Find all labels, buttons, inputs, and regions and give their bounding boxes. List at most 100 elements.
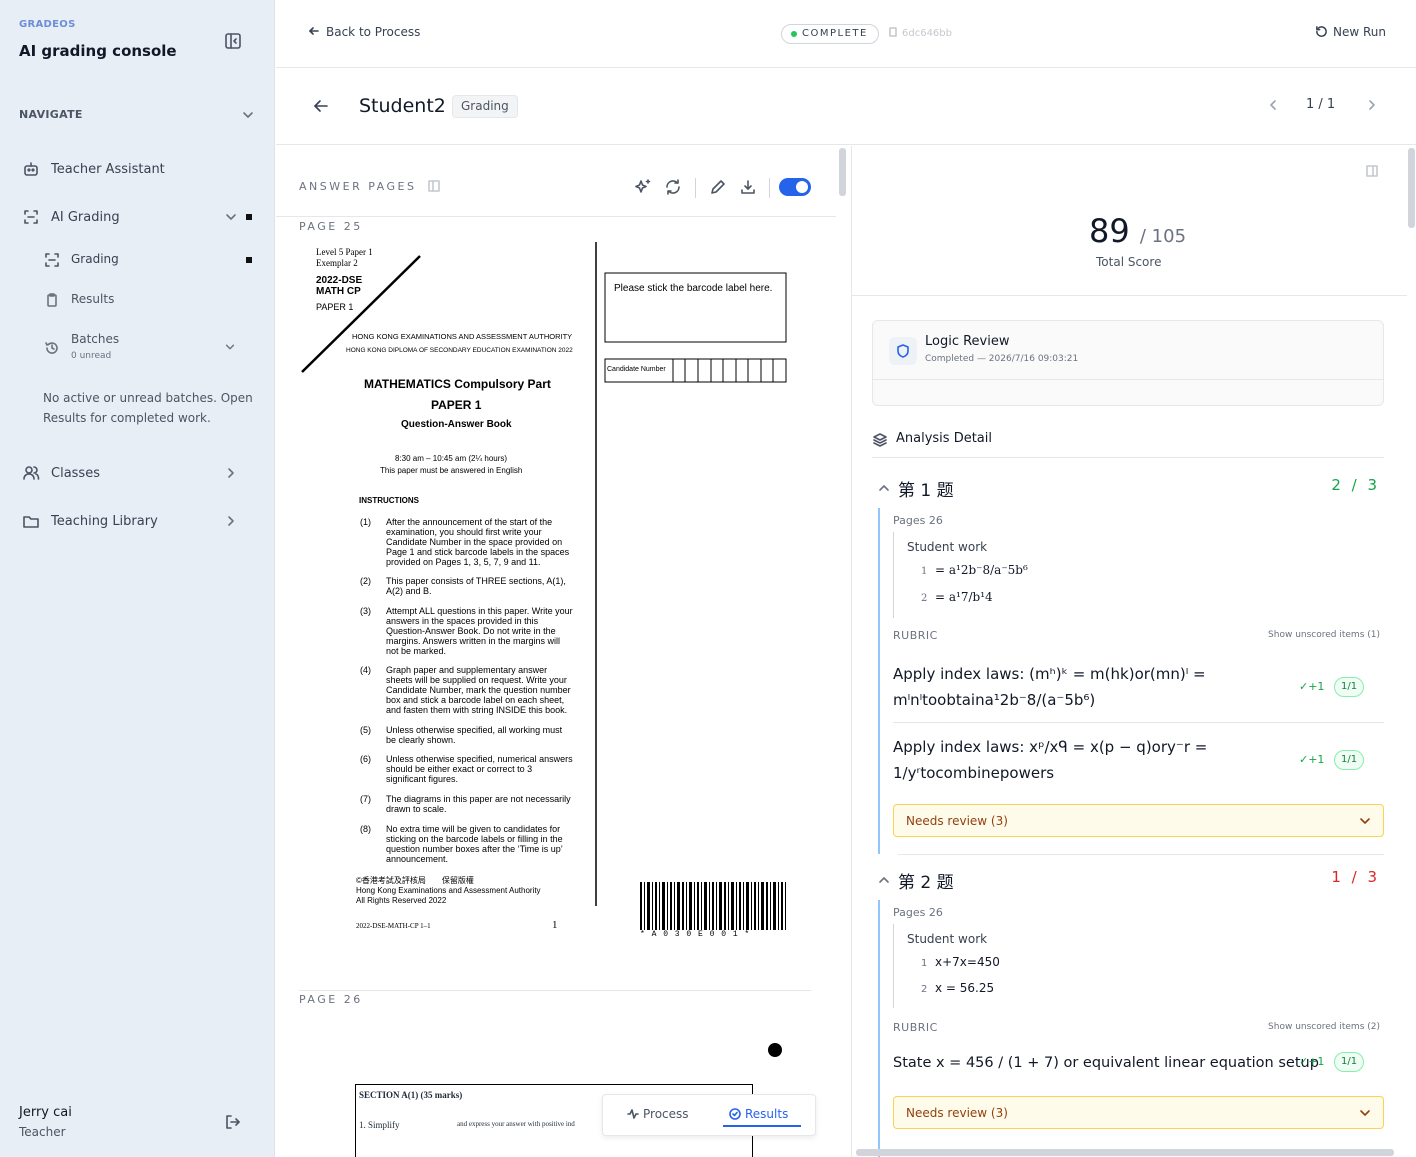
logout-icon[interactable] bbox=[224, 1113, 242, 1131]
work-text: x = 56.25 bbox=[935, 981, 995, 995]
sidebar-collapse-icon[interactable] bbox=[224, 32, 242, 50]
needs-review-label: Needs review (3) bbox=[906, 1106, 1008, 1120]
chevron-right-icon[interactable] bbox=[1366, 99, 1378, 111]
download-icon[interactable] bbox=[739, 178, 757, 196]
chevron-down-icon[interactable] bbox=[224, 341, 236, 353]
chevron-right-icon[interactable] bbox=[224, 514, 238, 528]
exam-text: This paper consists of THREE sections, A… bbox=[386, 576, 566, 596]
arrow-left-icon[interactable] bbox=[313, 98, 329, 114]
chevron-up-icon[interactable] bbox=[878, 874, 890, 886]
show-unscored-link[interactable]: Show unscored items (1) bbox=[1268, 630, 1380, 640]
rubric-mark: ✓+1 bbox=[1299, 680, 1325, 693]
page-label: PAGE 25 bbox=[299, 220, 363, 233]
exam-text: INSTRUCTIONS bbox=[359, 496, 419, 505]
line-number: 2 bbox=[921, 984, 928, 995]
needs-review-dropdown[interactable]: Needs review (3) bbox=[893, 1096, 1384, 1129]
process-tab[interactable]: Process bbox=[627, 1107, 689, 1121]
sparkles-icon[interactable] bbox=[634, 178, 652, 196]
line-number: 1 bbox=[921, 958, 928, 969]
sidebar-item-label: Grading bbox=[71, 252, 119, 266]
rubric-item-text: Apply index laws: xᵖ/xᑫ = x(p − q)ory⁻r … bbox=[893, 738, 1208, 782]
rubric-mark: ✓+1 bbox=[1299, 753, 1325, 766]
check-circle-icon bbox=[729, 1108, 741, 1120]
chevron-right-icon[interactable] bbox=[224, 466, 238, 480]
refresh-icon bbox=[1316, 26, 1327, 37]
chevron-left-icon[interactable] bbox=[1267, 99, 1279, 111]
status-badge: COMPLETE bbox=[781, 24, 879, 44]
score-value: 89 bbox=[1089, 212, 1130, 250]
question-score: 2 / 3 bbox=[1331, 476, 1380, 494]
nav-heading: NAVIGATE bbox=[19, 108, 83, 121]
exam-text: * A 0 3 0 E 0 0 1 * bbox=[640, 930, 751, 939]
back-label: Back to Process bbox=[326, 25, 421, 39]
logic-review-timestamp: Completed — 2026/7/16 09:03:21 bbox=[925, 354, 1079, 364]
exam-text: Unless otherwise specified, all working … bbox=[386, 725, 563, 745]
scrollbar[interactable] bbox=[1408, 148, 1415, 228]
logic-review-card[interactable]: Logic Review Completed — 2026/7/16 09:03… bbox=[872, 320, 1384, 406]
question-card: 第 1 题 2 / 3 Pages 26 Student work 1 = a¹2… bbox=[878, 476, 1384, 854]
divider bbox=[852, 295, 1407, 296]
sidebar-item-teaching-library[interactable]: Teaching Library bbox=[0, 503, 275, 539]
sidebar: GRADEOS AI grading console NAVIGATE Teac… bbox=[0, 0, 275, 1157]
rubric-mark: ✓+1 bbox=[1299, 1055, 1325, 1068]
exam-text: Graph paper and supplementary answer she… bbox=[386, 665, 571, 715]
grading-badge: Grading bbox=[452, 95, 518, 118]
sidebar-item-label: Results bbox=[71, 292, 115, 306]
rubric-pill: 1/1 bbox=[1334, 1052, 1365, 1072]
exam-text: (2) bbox=[360, 576, 371, 586]
panel-icon[interactable] bbox=[428, 180, 441, 192]
refresh-icon[interactable] bbox=[664, 178, 682, 196]
chevron-up-icon[interactable] bbox=[878, 482, 890, 494]
divider bbox=[873, 379, 1383, 380]
sidebar-item-results[interactable]: Results bbox=[0, 284, 275, 316]
chevron-down-icon bbox=[1360, 1110, 1370, 1116]
logic-review-title: Logic Review bbox=[925, 334, 1010, 349]
exam-text: This paper must be answered in English bbox=[380, 466, 523, 475]
sidebar-item-ai-grading[interactable]: AI Grading bbox=[0, 199, 275, 235]
exam-text: and express your answer with positive in… bbox=[457, 1120, 575, 1128]
student-work-line: 2 x = 56.25 bbox=[921, 981, 994, 995]
back-to-process-link[interactable]: Back to Process bbox=[308, 25, 420, 39]
student-header: Student2 Grading 1 / 1 bbox=[276, 68, 1416, 145]
run-id[interactable]: 6dc646bb bbox=[888, 27, 952, 39]
exam-text: PAPER 1 bbox=[431, 398, 482, 412]
total-score: 89 / 105 bbox=[1089, 212, 1186, 250]
horizontal-scrollbar[interactable] bbox=[856, 1149, 1394, 1156]
exam-text: (6) bbox=[360, 754, 371, 764]
process-label: Process bbox=[643, 1107, 689, 1121]
student-work-block: Student work 1 x+7x=450 2 x = 56.25 bbox=[893, 924, 1373, 1008]
sidebar-item-label: Teaching Library bbox=[51, 513, 158, 529]
exam-text: The diagrams in this paper are not neces… bbox=[386, 794, 571, 814]
folder-icon bbox=[23, 516, 39, 528]
new-run-button[interactable]: New Run bbox=[1315, 25, 1386, 39]
exam-text: Attempt ALL questions in this paper. Wri… bbox=[386, 606, 573, 656]
top-bar: Back to Process COMPLETE 6dc646bb New Ru… bbox=[276, 0, 1416, 68]
sidebar-item-classes[interactable]: Classes bbox=[0, 455, 275, 491]
history-icon bbox=[45, 342, 58, 354]
show-unscored-link[interactable]: Show unscored items (2) bbox=[1268, 1022, 1380, 1032]
needs-review-dropdown[interactable]: Needs review (3) bbox=[893, 804, 1384, 837]
line-number: 1 bbox=[921, 566, 928, 577]
sidebar-item-label: Classes bbox=[51, 465, 100, 481]
question-score: 1 / 3 bbox=[1331, 868, 1380, 886]
pencil-icon[interactable] bbox=[709, 178, 727, 196]
sidebar-item-batches[interactable]: Batches 0 unread bbox=[0, 324, 275, 368]
sidebar-item-grading[interactable]: Grading bbox=[0, 244, 275, 276]
sidebar-item-teacher-assistant[interactable]: Teacher Assistant bbox=[0, 151, 275, 187]
shield-badge bbox=[889, 337, 917, 365]
question-pages: Pages 26 bbox=[893, 906, 943, 919]
chevron-down-icon[interactable] bbox=[241, 108, 255, 122]
scrollbar[interactable] bbox=[839, 148, 846, 196]
clipboard-icon bbox=[47, 293, 57, 307]
divider bbox=[299, 990, 811, 991]
panel-icon[interactable] bbox=[1366, 165, 1378, 177]
chevron-down-icon[interactable] bbox=[224, 210, 238, 224]
exam-text: 8:30 am – 10:45 am (2¼ hours) bbox=[395, 454, 508, 463]
rubric-pill: 1/1 bbox=[1334, 677, 1365, 697]
exam-text: 2022-DSE-MATH-CP 1–1 bbox=[356, 922, 431, 930]
exam-text: 1 bbox=[552, 919, 558, 931]
scan-icon bbox=[24, 210, 38, 224]
results-tab[interactable]: Results bbox=[729, 1107, 788, 1121]
overlay-toggle[interactable] bbox=[779, 178, 811, 196]
student-work-label: Student work bbox=[907, 540, 988, 554]
